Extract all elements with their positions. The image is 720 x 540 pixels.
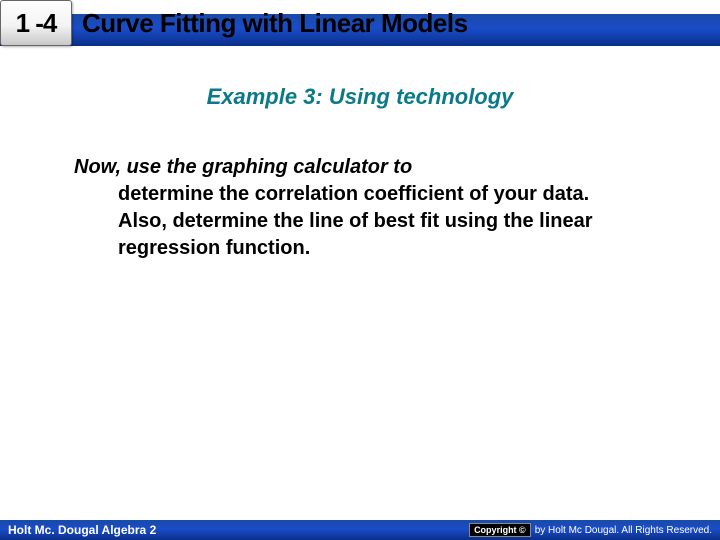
example-subtitle: Example 3: Using technology xyxy=(0,84,720,110)
footer: Holt Mc. Dougal Algebra 2 Copyright © by… xyxy=(0,520,720,540)
copyright-text: by Holt Mc Dougal. All Rights Reserved. xyxy=(535,525,712,536)
footer-copyright: Copyright © by Holt Mc Dougal. All Right… xyxy=(469,523,712,537)
header: 1 -4 Curve Fitting with Linear Models xyxy=(0,0,720,54)
section-number: 1 -4 xyxy=(16,8,57,39)
footer-textbook: Holt Mc. Dougal Algebra 2 xyxy=(8,523,156,537)
body-first-line: Now, use the graphing calculator to xyxy=(74,154,630,181)
section-number-badge: 1 -4 xyxy=(0,0,72,46)
slide: 1 -4 Curve Fitting with Linear Models Ex… xyxy=(0,0,720,540)
body-rest: determine the correlation coefficient of… xyxy=(74,181,630,262)
copyright-badge: Copyright © xyxy=(469,523,531,537)
page-title: Curve Fitting with Linear Models xyxy=(82,8,468,39)
body-text: Now, use the graphing calculator to dete… xyxy=(74,154,630,262)
